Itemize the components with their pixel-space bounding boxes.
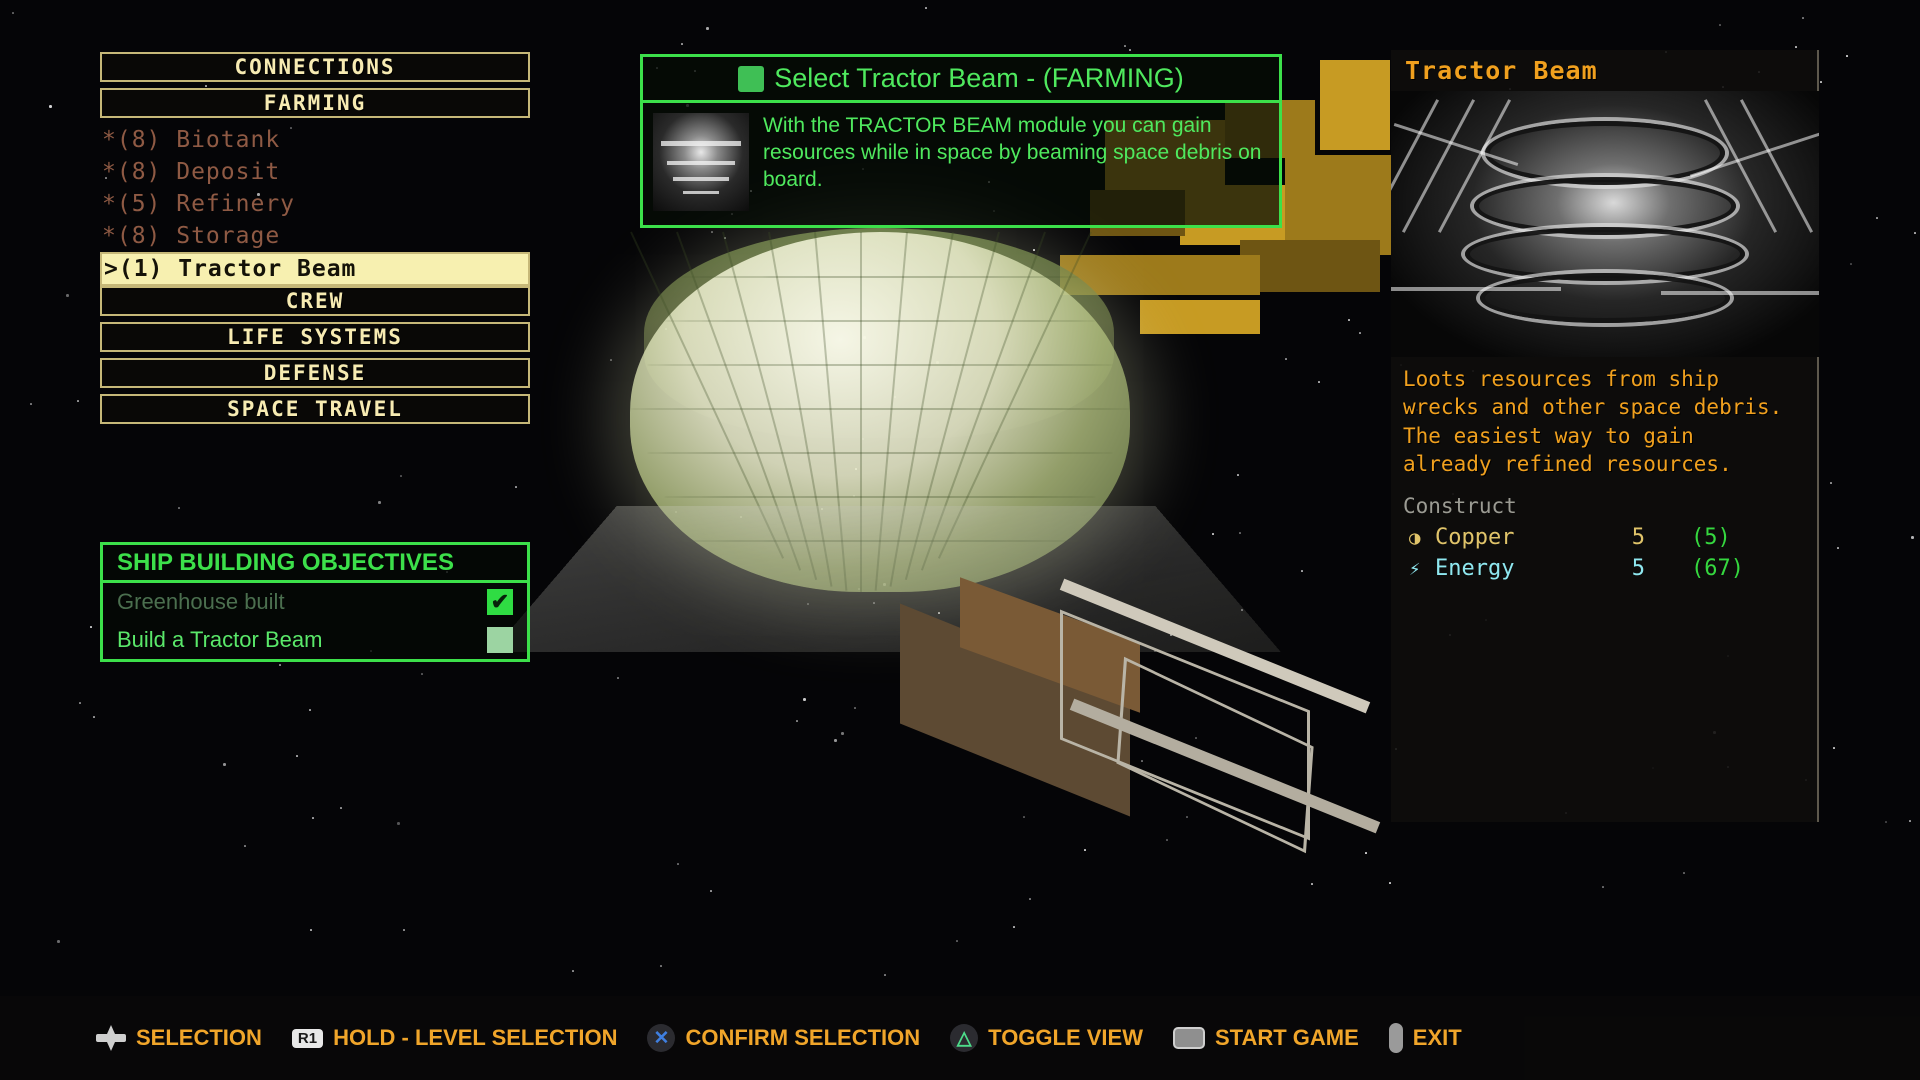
tooltip-header: Select Tractor Beam - (FARMING) [643,57,1279,103]
resource-name: Energy [1435,556,1585,581]
control-selection[interactable]: SELECTION [96,1025,262,1051]
cross-button-icon: ✕ [647,1024,675,1052]
control-start-game[interactable]: START GAME [1173,1025,1359,1051]
menu-item-storage[interactable]: *(8) Storage [100,220,530,252]
green-square-icon [738,66,764,92]
checkbox-checked-icon: ✔ [487,589,513,615]
tractor-beam-thumbnail [653,113,749,211]
resource-name: Copper [1435,525,1585,550]
construct-label: Construct [1391,482,1817,522]
resource-stock: (5) [1645,525,1731,550]
energy-bolt-icon: ⚡ [1409,558,1435,580]
build-menu[interactable]: CONNECTIONS FARMING *(8) Biotank *(8) De… [100,52,530,430]
resource-cost: 5 [1585,556,1645,581]
menu-header-connections[interactable]: CONNECTIONS [100,52,530,82]
control-label: HOLD - LEVEL SELECTION [333,1025,617,1051]
objective-label: Build a Tractor Beam [117,627,487,653]
menu-header-crew[interactable]: CREW [100,286,530,316]
tooltip-description: With the TRACTOR BEAM module you can gai… [763,113,1269,211]
control-label: START GAME [1215,1025,1359,1051]
resource-stock: (67) [1645,556,1744,581]
station-module [1320,60,1390,150]
menu-item-refinery[interactable]: *(5) Refinery [100,188,530,220]
module-title: Tractor Beam [1391,50,1817,91]
control-label: EXIT [1413,1025,1462,1051]
resource-row-energy: ⚡ Energy 5 (67) [1391,553,1817,584]
control-label: SELECTION [136,1025,262,1051]
station-module [1240,240,1380,292]
module-description: Loots resources from ship wrecks and oth… [1391,357,1817,482]
resource-row-copper: ◑ Copper 5 (5) [1391,522,1817,553]
control-exit[interactable]: EXIT [1389,1023,1462,1053]
menu-item-deposit[interactable]: *(8) Deposit [100,156,530,188]
module-info-panel: Tractor Beam Loots resources from ship w… [1391,50,1819,822]
triangle-button-icon: △ [950,1024,978,1052]
tooltip-body: With the TRACTOR BEAM module you can gai… [643,103,1279,225]
resource-cost: 5 [1585,525,1645,550]
objective-label: Greenhouse built [117,589,487,615]
control-confirm-selection[interactable]: ✕ CONFIRM SELECTION [647,1024,920,1052]
tooltip-title: Select Tractor Beam - (FARMING) [774,63,1184,94]
control-label: TOGGLE VIEW [988,1025,1143,1051]
control-label: CONFIRM SELECTION [685,1025,920,1051]
menu-item-tractor-beam[interactable]: >(1) Tractor Beam [100,252,530,286]
menu-header-farming[interactable]: FARMING [100,88,530,118]
menu-header-life-systems[interactable]: LIFE SYSTEMS [100,322,530,352]
menu-header-defense[interactable]: DEFENSE [100,358,530,388]
objective-row-greenhouse: Greenhouse built ✔ [103,583,527,621]
controls-bar: SELECTION R1 HOLD - LEVEL SELECTION ✕ CO… [0,996,1920,1080]
touchpad-icon [1173,1027,1205,1049]
objectives-title: SHIP BUILDING OBJECTIVES [103,545,527,583]
station-module [1140,300,1260,334]
control-toggle-view[interactable]: △ TOGGLE VIEW [950,1024,1143,1052]
control-level-selection[interactable]: R1 HOLD - LEVEL SELECTION [292,1025,618,1051]
options-button-icon [1389,1023,1403,1053]
checkbox-unchecked-icon [487,627,513,653]
objective-row-tractor-beam: Build a Tractor Beam [103,621,527,659]
r1-badge-icon: R1 [292,1029,323,1048]
copper-coins-icon: ◑ [1409,527,1435,549]
selection-tooltip: Select Tractor Beam - (FARMING) With the… [640,54,1282,228]
dpad-icon [96,1025,126,1051]
ship-building-objectives-panel: SHIP BUILDING OBJECTIVES Greenhouse buil… [100,542,530,662]
menu-item-biotank[interactable]: *(8) Biotank [100,124,530,156]
module-image [1391,91,1819,357]
menu-header-space-travel[interactable]: SPACE TRAVEL [100,394,530,424]
